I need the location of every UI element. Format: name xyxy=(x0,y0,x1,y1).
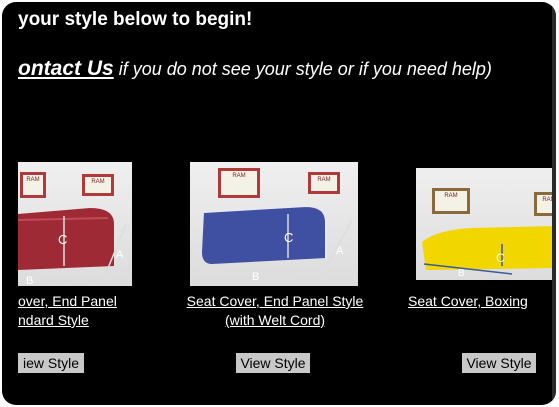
view-style-button[interactable]: iew Style xyxy=(18,353,84,373)
product-image-end-panel-welt[interactable]: RAM RAM C B A xyxy=(190,162,358,286)
dimension-c-label: C xyxy=(58,232,67,247)
contact-help-text: if you do not see your style or if you n… xyxy=(113,59,492,79)
product-title-line1[interactable]: Seat Cover, Boxing xyxy=(408,292,528,310)
product-image-boxing[interactable]: RAM RAM C B xyxy=(416,168,556,280)
product-title-line2[interactable]: ndard Style xyxy=(18,311,89,329)
product-title-line2[interactable]: (with Welt Cord) xyxy=(169,311,381,329)
cushion-illustration: C B A xyxy=(18,208,127,286)
dimension-b-label: B xyxy=(252,271,259,283)
dimension-a-label: A xyxy=(336,245,344,257)
page-headline: your style below to begin! xyxy=(18,9,253,30)
window-edge xyxy=(552,2,556,405)
contact-us-link[interactable]: ontact Us xyxy=(18,57,114,80)
product-title-line1[interactable]: Seat Cover, End Panel Style xyxy=(169,292,381,310)
product-title-line1[interactable]: over, End Panel xyxy=(18,292,117,310)
dimension-b-label: B xyxy=(26,275,33,286)
cushion-illustration: C B xyxy=(422,226,556,279)
dimension-b-label: B xyxy=(458,268,465,279)
page-viewport: your style below to begin! ontact Us if … xyxy=(2,2,556,405)
view-style-button[interactable]: View Style xyxy=(236,353,310,373)
view-style-button[interactable]: View Style xyxy=(462,353,536,373)
cushion-illustration: C B A xyxy=(202,204,353,283)
dimension-a-label: A xyxy=(116,249,124,261)
product-image-end-panel-standard[interactable]: RAM RAM C B A xyxy=(18,162,132,286)
dimension-c-label: C xyxy=(284,230,293,245)
contact-line: ontact Us if you do not see your style o… xyxy=(18,57,492,81)
dimension-c-label: C xyxy=(496,251,505,265)
